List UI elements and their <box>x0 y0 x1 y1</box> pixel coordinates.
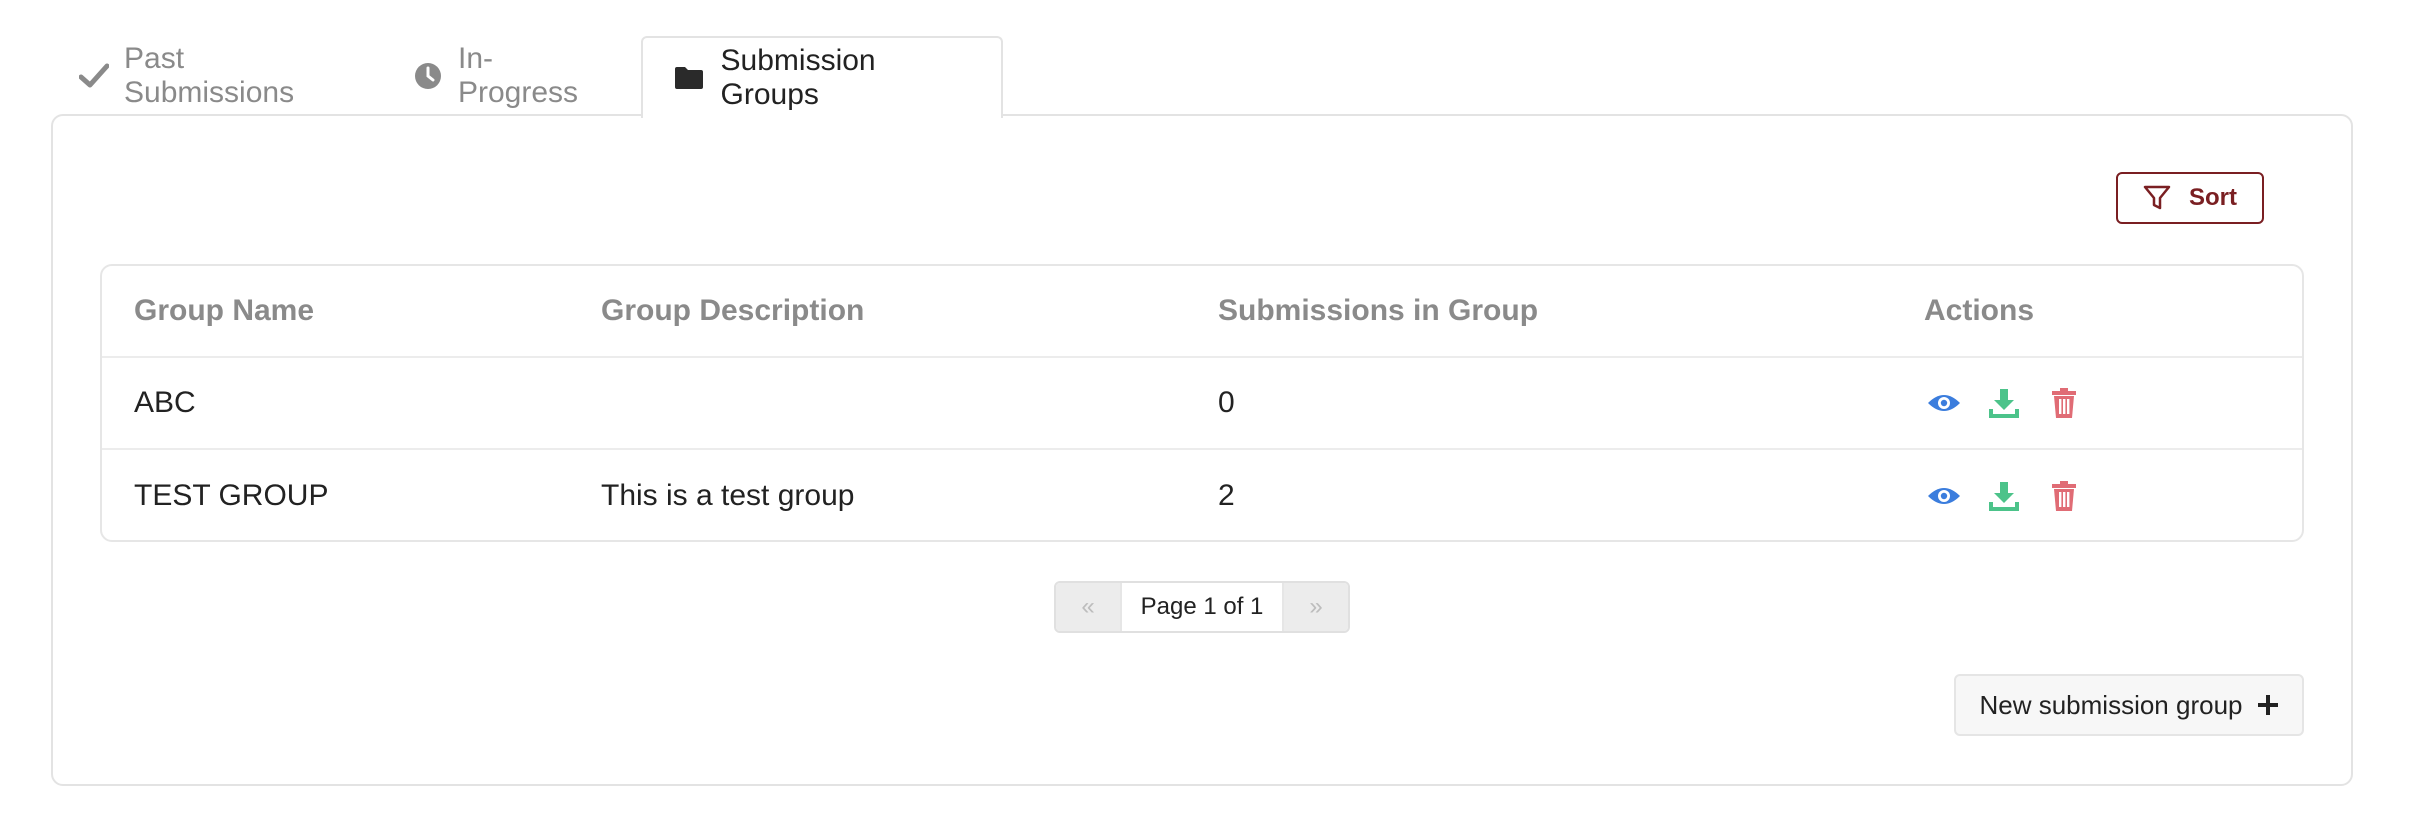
table-row: ABC 0 <box>102 358 2302 450</box>
new-group-label: New submission group <box>1979 689 2243 720</box>
group-name: ABC <box>134 386 196 419</box>
tab-submission-groups[interactable]: Submission Groups <box>641 36 1003 118</box>
check-icon <box>79 59 109 93</box>
sort-button[interactable]: Sort <box>2116 172 2264 224</box>
tab-past-submissions[interactable]: Past Submissions <box>79 36 298 115</box>
trash-icon[interactable] <box>2044 476 2084 516</box>
column-header-group-name[interactable]: Group Name <box>134 266 314 356</box>
next-page-button[interactable]: » <box>1284 583 1348 631</box>
plus-icon <box>2257 694 2279 716</box>
table-header: Group Name Group Description Submissions… <box>102 266 2302 358</box>
column-header-group-description[interactable]: Group Description <box>601 266 864 356</box>
group-name: TEST GROUP <box>134 479 329 512</box>
group-description: This is a test group <box>601 479 855 512</box>
table-row: TEST GROUP This is a test group 2 <box>102 450 2302 540</box>
download-icon[interactable] <box>1984 476 2024 516</box>
submissions-count: 0 <box>1218 386 1235 419</box>
pagination: « Page 1 of 1 » <box>1054 581 1350 633</box>
trash-icon[interactable] <box>2044 383 2084 423</box>
sort-label: Sort <box>2189 184 2237 211</box>
eye-icon[interactable] <box>1924 476 1964 516</box>
submissions-count: 2 <box>1218 479 1235 512</box>
tab-label: Past Submissions <box>124 41 295 109</box>
column-header-submissions-count[interactable]: Submissions in Group <box>1218 266 1538 356</box>
page-indicator: Page 1 of 1 <box>1120 583 1284 631</box>
eye-icon[interactable] <box>1924 383 1964 423</box>
tab-label: Submission Groups <box>720 44 876 111</box>
tab-in-progress[interactable]: In-Progress <box>413 36 582 115</box>
folder-icon <box>673 61 706 95</box>
filter-icon <box>2143 185 2171 210</box>
groups-table: Group Name Group Description Submissions… <box>100 264 2304 542</box>
tab-label: In-Progress <box>458 41 579 109</box>
row-actions <box>1924 358 2104 448</box>
row-actions <box>1924 450 2104 540</box>
new-submission-group-button[interactable]: New submission group <box>1954 674 2304 736</box>
download-icon[interactable] <box>1984 383 2024 423</box>
prev-page-button[interactable]: « <box>1056 583 1120 631</box>
clock-icon <box>413 59 443 93</box>
column-header-actions: Actions <box>1924 294 2035 327</box>
